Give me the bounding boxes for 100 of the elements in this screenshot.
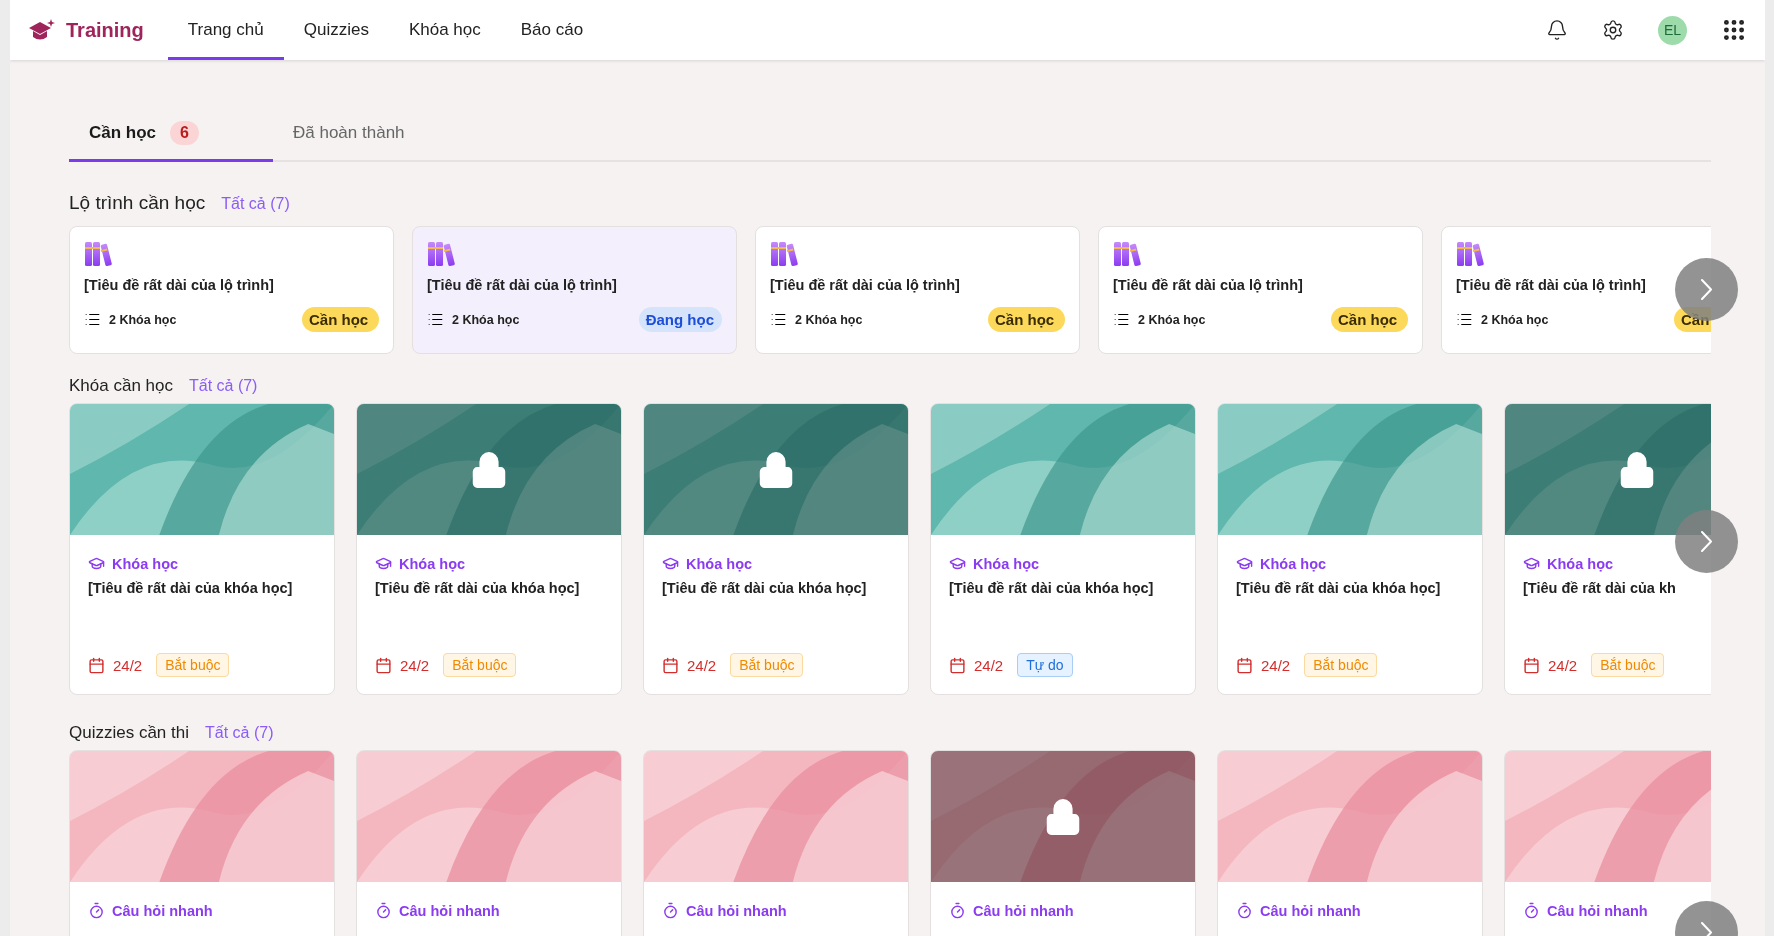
path-title: [Tiêu đề rất dài của lộ trình] bbox=[1456, 277, 1646, 293]
quiz-card[interactable]: Câu hỏi nhanh bbox=[1504, 750, 1711, 936]
course-tag: Bắt buộc bbox=[1591, 653, 1665, 677]
calendar-icon bbox=[375, 656, 392, 674]
type-label: Câu hỏi nhanh bbox=[112, 902, 213, 919]
course-card[interactable]: Khóa học [Tiêu đề rất dài của khóa học] 24/2 Bắt buộc bbox=[643, 403, 909, 695]
graduation-cap-icon bbox=[88, 555, 105, 572]
nav-tab[interactable]: Báo cáo bbox=[500, 0, 604, 60]
books-icon bbox=[1113, 241, 1141, 267]
path-card[interactable]: [Tiêu đề rất dài của lộ trình] 2 Khóa học Cần học bbox=[755, 226, 1080, 354]
calendar-icon bbox=[1236, 656, 1253, 674]
graduation-cap-icon bbox=[949, 555, 966, 572]
course-tag: Bắt buộc bbox=[156, 653, 230, 677]
due-date: 24/2 bbox=[113, 656, 143, 674]
books-icon bbox=[84, 241, 112, 267]
type-label: Câu hỏi nhanh bbox=[399, 902, 500, 919]
view-all-link[interactable]: Tất cả (7) bbox=[221, 195, 290, 213]
timer-icon bbox=[1523, 902, 1540, 919]
path-card[interactable]: [Tiêu đề rất dài của lộ trình] 2 Khóa học Cần học bbox=[1098, 226, 1423, 354]
type-label: Khóa học bbox=[686, 555, 753, 572]
path-title: [Tiêu đề rất dài của lộ trình] bbox=[1113, 277, 1303, 293]
type-label: Khóa học bbox=[1260, 555, 1327, 572]
list-icon bbox=[1456, 311, 1473, 328]
quiz-card[interactable]: Câu hỏi nhanh bbox=[643, 750, 909, 936]
apps-menu-icon[interactable] bbox=[1721, 17, 1747, 43]
course-card[interactable]: Khóa học [Tiêu đề rất dài của khóa học] 24/2 Tự do bbox=[930, 403, 1196, 695]
timer-icon bbox=[1236, 902, 1253, 919]
type-label: Câu hỏi nhanh bbox=[973, 902, 1074, 919]
nav-tab[interactable]: Khóa học bbox=[388, 0, 501, 60]
course-tag: Tự do bbox=[1017, 653, 1073, 677]
view-all-link[interactable]: Tất cả (7) bbox=[205, 724, 274, 742]
brand-name: Training bbox=[66, 18, 144, 42]
course-title: [Tiêu đề rất dài của khóa học] bbox=[88, 580, 293, 596]
course-tag: Bắt buộc bbox=[1304, 653, 1378, 677]
quiz-card[interactable]: Câu hỏi nhanh bbox=[1217, 750, 1483, 936]
chevron-right-icon bbox=[1701, 531, 1712, 552]
course-title: [Tiêu đề rất dài của khóa học] bbox=[1236, 580, 1441, 596]
nav-tab[interactable]: Quizzies bbox=[283, 0, 389, 60]
type-label: Khóa học bbox=[973, 555, 1040, 572]
chevron-right-icon bbox=[1701, 279, 1712, 300]
quiz-card[interactable]: Câu hỏi nhanh bbox=[930, 750, 1196, 936]
path-card[interactable]: [Tiêu đề rất dài của lộ trình] 2 Khóa học Cần bbox=[1441, 226, 1711, 354]
status-badge: Cần học bbox=[988, 307, 1065, 332]
course-tag: Bắt buộc bbox=[730, 653, 804, 677]
course-card[interactable]: Khóa học [Tiêu đề rất dài của khóa học] 24/2 Bắt buộc bbox=[1217, 403, 1483, 695]
nav-tab[interactable]: Trang chủ bbox=[167, 0, 284, 60]
graduation-cap-icon bbox=[1523, 555, 1540, 572]
notification-icon[interactable] bbox=[1546, 19, 1568, 41]
course-count: 2 Khóa học bbox=[1481, 312, 1550, 327]
timer-icon bbox=[88, 902, 105, 919]
type-label: Khóa học bbox=[1547, 555, 1614, 572]
path-card[interactable]: [Tiêu đề rất dài của lộ trình] 2 Khóa học Đang học bbox=[412, 226, 737, 354]
count-badge: 6 bbox=[170, 121, 199, 145]
timer-icon bbox=[949, 902, 966, 919]
quiz-card[interactable]: Câu hỏi nhanh bbox=[69, 750, 335, 936]
graduation-cap-icon bbox=[662, 555, 679, 572]
settings-icon[interactable] bbox=[1602, 19, 1624, 41]
calendar-icon bbox=[662, 656, 679, 674]
section-title: Lộ trình cần học bbox=[69, 192, 206, 214]
type-label: Câu hỏi nhanh bbox=[1547, 902, 1648, 919]
status-badge: Cần học bbox=[302, 307, 379, 332]
course-count: 2 Khóa học bbox=[1138, 312, 1207, 327]
path-title: [Tiêu đề rất dài của lộ trình] bbox=[427, 277, 617, 293]
list-icon bbox=[770, 311, 787, 328]
due-date: 24/2 bbox=[974, 656, 1004, 674]
timer-icon bbox=[662, 902, 679, 919]
course-card[interactable]: Khóa học [Tiêu đề rất dài của khóa học] 24/2 Bắt buộc bbox=[356, 403, 622, 695]
books-icon bbox=[770, 241, 798, 267]
graduation-cap-icon bbox=[375, 555, 392, 572]
type-label: Khóa học bbox=[112, 555, 179, 572]
status-badge: Cần học bbox=[1331, 307, 1408, 332]
timer-icon bbox=[375, 902, 392, 919]
type-label: Khóa học bbox=[399, 555, 466, 572]
tab[interactable]: Đã hoàn thành bbox=[273, 107, 513, 162]
due-date: 24/2 bbox=[1261, 656, 1291, 674]
due-date: 24/2 bbox=[1548, 656, 1578, 674]
course-card[interactable]: Khóa học [Tiêu đề rất dài của kh 24/2 Bắt buộc bbox=[1504, 403, 1711, 695]
quiz-card[interactable]: Câu hỏi nhanh bbox=[356, 750, 622, 936]
course-tag: Bắt buộc bbox=[443, 653, 517, 677]
course-count: 2 Khóa học bbox=[109, 312, 178, 327]
course-count: 2 Khóa học bbox=[795, 312, 864, 327]
user-avatar[interactable]: EL bbox=[1658, 15, 1687, 45]
course-title: [Tiêu đề rất dài của khóa học] bbox=[949, 580, 1154, 596]
course-card[interactable]: Khóa học [Tiêu đề rất dài của khóa học] 24/2 Bắt buộc bbox=[69, 403, 335, 695]
course-title: [Tiêu đề rất dài của kh bbox=[1523, 580, 1676, 596]
due-date: 24/2 bbox=[687, 656, 717, 674]
calendar-icon bbox=[88, 656, 105, 674]
course-count: 2 Khóa học bbox=[452, 312, 521, 327]
calendar-icon bbox=[949, 656, 966, 674]
list-icon bbox=[1113, 311, 1130, 328]
tab[interactable]: Cần học 6 bbox=[69, 107, 273, 162]
path-title: [Tiêu đề rất dài của lộ trình] bbox=[84, 277, 274, 293]
view-all-link[interactable]: Tất cả (7) bbox=[188, 377, 258, 395]
path-title: [Tiêu đề rất dài của lộ trình] bbox=[770, 277, 960, 293]
path-card[interactable]: [Tiêu đề rất dài của lộ trình] 2 Khóa học Cần học bbox=[69, 226, 394, 354]
type-label: Câu hỏi nhanh bbox=[686, 902, 787, 919]
calendar-icon bbox=[1523, 656, 1540, 674]
type-label: Câu hỏi nhanh bbox=[1260, 902, 1361, 919]
course-title: [Tiêu đề rất dài của khóa học] bbox=[375, 580, 580, 596]
logo-icon bbox=[28, 18, 56, 42]
